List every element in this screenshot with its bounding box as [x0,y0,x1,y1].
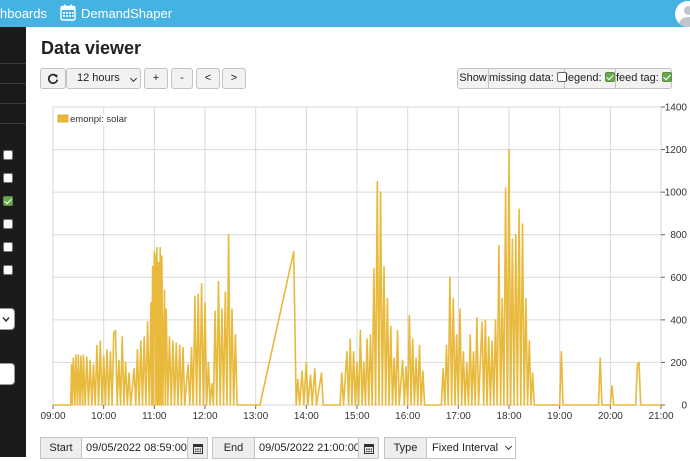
x-tick-label: 10:00 [91,411,116,422]
end-calendar-button[interactable] [358,437,379,459]
x-tick-label: 11:00 [142,411,167,422]
chart-legend: emonpi: solar [57,114,129,126]
x-tick-label: 20:00 [598,411,623,422]
x-tick-label: 14:00 [294,411,319,422]
type-label: Type [384,437,427,459]
y-tick-label: 800 [670,230,687,241]
y-tick-label: 1400 [665,103,688,114]
y-tick-label: 200 [670,358,687,369]
end-label: End [212,437,255,459]
data-chart[interactable]: 09:00 10:00 11:00 12:00 13:00 14:00 15:00 16:00… [0,0,690,423]
x-tick-label: 17:00 [446,411,471,422]
end-date-input[interactable]: 09/05/2022 21:00:00 [254,437,360,459]
type-value: Fixed Interval [432,442,499,454]
y-tick-label: 600 [670,273,687,284]
calendar-icon [363,444,374,454]
x-tick-label: 19:00 [547,411,572,422]
x-tick-label: 15:00 [344,411,369,422]
legend-label: emonpi: solar [70,114,127,125]
start-date-input[interactable]: 09/05/2022 08:59:00 [81,437,188,459]
x-tick-label: 16:00 [395,411,420,422]
y-axis: 0 200 400 600 800 1000 1200 1400 [661,103,687,412]
x-tick-label: 21:00 [648,411,673,422]
type-select[interactable]: Fixed Interval [426,437,516,459]
x-tick-label: 13:00 [243,411,268,422]
y-tick-label: 1200 [665,145,688,156]
start-calendar-button[interactable] [187,437,208,459]
chevron-down-icon [504,442,513,451]
y-tick-label: 0 [681,401,687,412]
start-label: Start [40,437,82,459]
legend-swatch [57,114,69,123]
y-tick-label: 400 [670,315,687,326]
calendar-icon [192,444,203,454]
y-tick-label: 1000 [665,188,688,199]
x-tick-label: 12:00 [192,411,217,422]
x-axis: 09:00 10:00 11:00 12:00 13:00 14:00 15:00 16:00… [40,405,674,422]
x-tick-label: 09:00 [40,411,65,422]
x-tick-label: 18:00 [496,411,521,422]
